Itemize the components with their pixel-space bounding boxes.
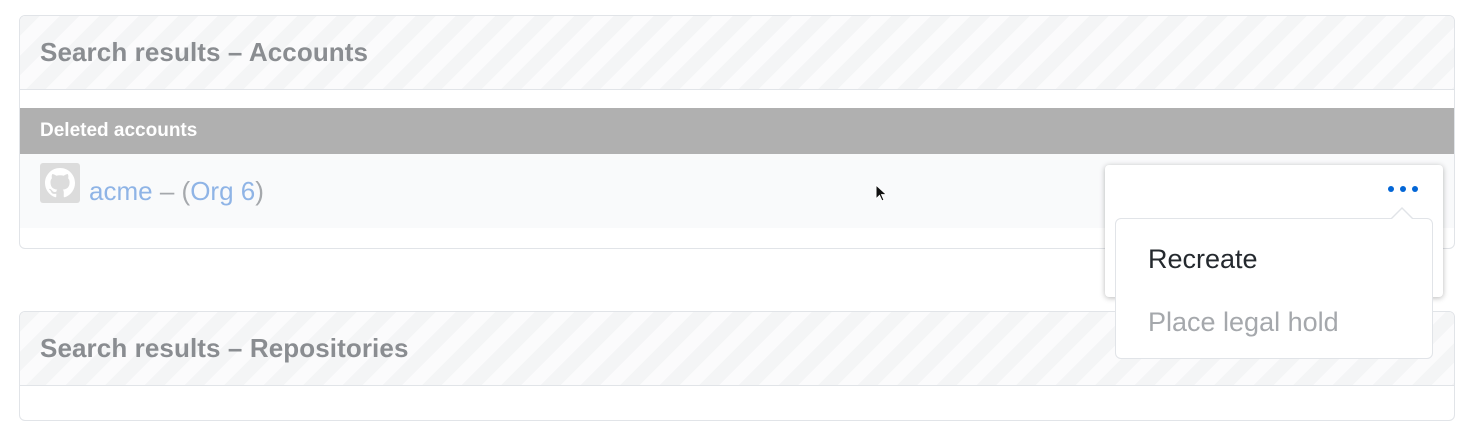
- account-entry: acme – (Org 6): [89, 176, 264, 207]
- org-paren-close: ): [255, 175, 264, 206]
- mouse-pointer-icon: [875, 184, 888, 202]
- menu-item-recreate[interactable]: Recreate: [1116, 229, 1432, 289]
- dot-icon: [1412, 186, 1418, 192]
- accounts-panel-title: Search results – Accounts: [40, 37, 369, 67]
- avatar: [40, 163, 80, 203]
- dot-icon: [1388, 186, 1394, 192]
- menu-item-place-legal-hold[interactable]: Place legal hold: [1116, 292, 1432, 352]
- org-paren-open: (: [181, 175, 191, 206]
- deleted-accounts-label: Deleted accounts: [40, 120, 198, 141]
- kebab-horizontal-icon[interactable]: [1386, 178, 1420, 200]
- actions-dropdown-menu: Recreate Place legal hold: [1115, 218, 1433, 359]
- dropdown-caret-fill: [1391, 209, 1413, 220]
- accounts-panel-header: Search results – Accounts: [20, 16, 1454, 90]
- account-separator: –: [159, 175, 175, 206]
- deleted-accounts-section-header: Deleted accounts: [20, 108, 1454, 154]
- account-name-link[interactable]: acme: [89, 176, 153, 206]
- org-name-link[interactable]: Org 6: [190, 176, 255, 206]
- repositories-panel-title: Search results – Repositories: [40, 333, 409, 363]
- dot-icon: [1400, 186, 1406, 192]
- github-octocat-icon: [45, 168, 75, 198]
